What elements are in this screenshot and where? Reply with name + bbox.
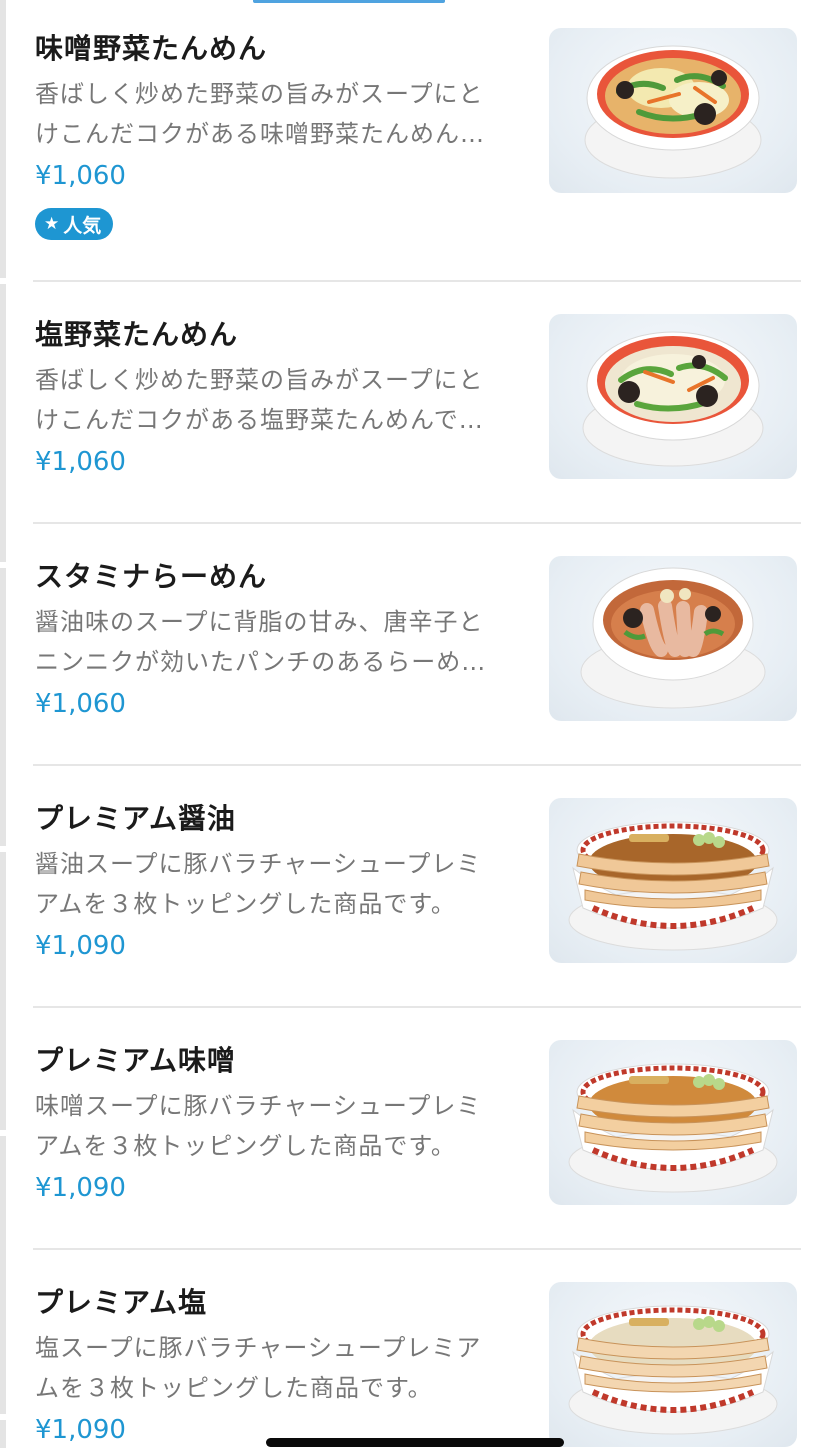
home-indicator[interactable] <box>266 1438 564 1447</box>
star-icon: ★ <box>44 214 60 234</box>
menu-item-name: プレミアム塩 <box>35 1286 208 1319</box>
menu-item-price: ¥1,060 <box>35 161 126 191</box>
menu-item-text: プレミアム味噌 味噌スープに豚バラチャーシュープレミ アムを３枚トッピングした商… <box>35 1042 525 1204</box>
ramen-bowl-illustration <box>568 821 778 951</box>
description-line: 醤油味のスープに背脂の甘み、唐辛子と <box>35 608 484 636</box>
menu-item-image[interactable] <box>549 556 797 721</box>
ramen-bowl-illustration <box>584 45 762 179</box>
menu-item-name: スタミナらーめん <box>35 560 268 593</box>
menu-item-price: ¥1,090 <box>35 931 126 961</box>
menu-item-description: 味噌スープに豚バラチャーシュープレミ アムを３枚トッピングした商品です。 <box>35 1086 523 1166</box>
menu-item-image[interactable] <box>549 1282 797 1447</box>
description-line: けこんだコクがある味噌野菜たんめん… <box>35 120 485 148</box>
menu-item-name: プレミアム味噌 <box>35 1044 237 1077</box>
badge-label: 人気 <box>63 214 102 237</box>
menu-item-text: スタミナらーめん 醤油味のスープに背脂の甘み、唐辛子と ニンニクが効いたパンチの… <box>35 558 525 720</box>
description-line: けこんだコクがある塩野菜たんめんで… <box>35 406 484 434</box>
menu-item-name: プレミアム醤油 <box>35 802 237 835</box>
ramen-bowl-illustration <box>568 1305 778 1435</box>
menu-item-image[interactable] <box>549 798 797 963</box>
menu-item-description: 塩スープに豚バラチャーシュープレミア ムを３枚トッピングした商品です。 <box>35 1328 523 1408</box>
menu-item-name: 味噌野菜たんめん <box>35 32 268 65</box>
menu-item-shio-yasai-tanmen[interactable]: 塩野菜たんめん 香ばしく炒めた野菜の旨みがスープにと けこんだコクがある塩野菜た… <box>33 282 801 524</box>
description-line: ニンニクが効いたパンチのあるらーめ… <box>35 648 487 676</box>
description-line: 味噌スープに豚バラチャーシュープレミ <box>35 1092 482 1120</box>
menu-item-text: プレミアム醤油 醤油スープに豚バラチャーシュープレミ アムを３枚トッピングした商… <box>35 800 525 962</box>
description-line: アムを３枚トッピングした商品です。 <box>35 1132 456 1160</box>
description-line: 香ばしく炒めた野菜の旨みがスープにと <box>35 80 484 108</box>
ramen-bowl-illustration <box>568 1063 778 1193</box>
menu-item-description: 香ばしく炒めた野菜の旨みがスープにと けこんだコクがある塩野菜たんめんで… <box>35 360 523 440</box>
menu-page: 味噌野菜たんめん 香ばしく炒めた野菜の旨みがスープにと けこんだコクがある味噌野… <box>0 0 830 1448</box>
description-line: 醤油スープに豚バラチャーシュープレミ <box>35 850 482 878</box>
menu-item-description: 醤油スープに豚バラチャーシュープレミ アムを３枚トッピングした商品です。 <box>35 844 523 924</box>
description-line: 香ばしく炒めた野菜の旨みがスープにと <box>35 366 484 394</box>
menu-item-price: ¥1,090 <box>35 1173 126 1203</box>
description-line: 塩スープに豚バラチャーシュープレミア <box>35 1334 482 1362</box>
menu-item-text: 味噌野菜たんめん 香ばしく炒めた野菜の旨みがスープにと けこんだコクがある味噌野… <box>35 30 525 240</box>
menu-item-image[interactable] <box>549 314 797 479</box>
menu-item-text: プレミアム塩 塩スープに豚バラチャーシュープレミア ムを３枚トッピングした商品で… <box>35 1284 525 1446</box>
ramen-bowl-illustration <box>582 331 764 467</box>
ramen-bowl-illustration <box>580 567 766 709</box>
menu-item-image[interactable] <box>549 28 797 193</box>
menu-item-premium-shoyu[interactable]: プレミアム醤油 醤油スープに豚バラチャーシュープレミ アムを３枚トッピングした商… <box>33 766 801 1008</box>
menu-item-price: ¥1,060 <box>35 447 126 477</box>
menu-item-description: 香ばしく炒めた野菜の旨みがスープにと けこんだコクがある味噌野菜たんめん… <box>35 74 523 154</box>
popular-badge: ★ 人気 <box>35 208 114 240</box>
menu-item-text: 塩野菜たんめん 香ばしく炒めた野菜の旨みがスープにと けこんだコクがある塩野菜た… <box>35 316 525 478</box>
menu-item-name: 塩野菜たんめん <box>35 318 239 351</box>
menu-item-miso-yasai-tanmen[interactable]: 味噌野菜たんめん 香ばしく炒めた野菜の旨みがスープにと けこんだコクがある味噌野… <box>33 0 801 282</box>
menu-item-stamina-ramen[interactable]: スタミナらーめん 醤油味のスープに背脂の甘み、唐辛子と ニンニクが効いたパンチの… <box>33 524 801 766</box>
menu-item-premium-miso[interactable]: プレミアム味噌 味噌スープに豚バラチャーシュープレミ アムを３枚トッピングした商… <box>33 1008 801 1250</box>
menu-item-premium-shio[interactable]: プレミアム塩 塩スープに豚バラチャーシュープレミア ムを３枚トッピングした商品で… <box>33 1250 801 1448</box>
menu-item-description: 醤油味のスープに背脂の甘み、唐辛子と ニンニクが効いたパンチのあるらーめ… <box>35 602 523 682</box>
description-line: アムを３枚トッピングした商品です。 <box>35 890 456 918</box>
description-line: ムを３枚トッピングした商品です。 <box>35 1374 433 1402</box>
menu-item-image[interactable] <box>549 1040 797 1205</box>
menu-item-price: ¥1,060 <box>35 689 126 719</box>
menu-list: 味噌野菜たんめん 香ばしく炒めた野菜の旨みがスープにと けこんだコクがある味噌野… <box>0 0 830 1448</box>
